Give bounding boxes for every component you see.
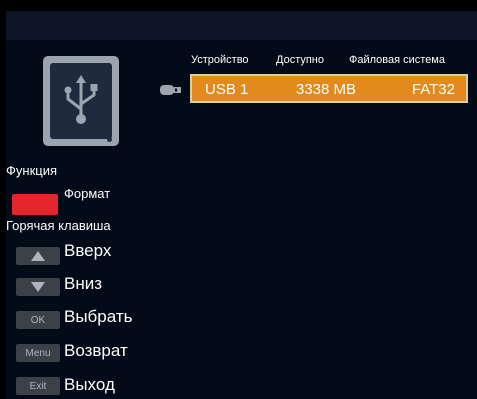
usb-symbol-icon — [64, 75, 98, 124]
up-arrow-icon — [31, 251, 45, 261]
cell-available: 3338 MB — [296, 81, 357, 98]
hotkey-up-label: Вверх — [64, 241, 112, 260]
menu-key[interactable]: Menu — [16, 344, 60, 362]
function-title: Функция — [6, 163, 57, 178]
hotkey-exit-label: Выход — [64, 375, 115, 394]
exit-key[interactable]: Exit — [16, 377, 60, 395]
cell-device: USB 1 — [205, 81, 249, 98]
up-key[interactable] — [16, 247, 60, 265]
usb-storage-screen: Устройство Доступно Файловая система USB… — [6, 11, 477, 399]
header-filesystem: Файловая система — [349, 54, 445, 66]
usb-drive-led — [107, 137, 112, 142]
cell-filesystem: FAT32 — [411, 81, 455, 98]
header-device: Устройство — [191, 54, 249, 66]
down-key[interactable] — [16, 278, 60, 296]
usb-drive-face — [50, 63, 112, 139]
hotkey-title: Горячая клавиша — [6, 218, 111, 233]
format-red-key[interactable] — [12, 194, 58, 215]
top-band — [6, 11, 477, 40]
table-row-usb1[interactable]: USB 1 3338 MB FAT32 — [190, 74, 468, 103]
usb-plug-icon — [160, 85, 181, 95]
down-arrow-icon — [31, 282, 45, 292]
usb-drive-icon — [43, 56, 119, 146]
header-available: Доступно — [276, 54, 325, 66]
hotkey-menu-label: Возврат — [64, 341, 128, 360]
hotkey-ok-label: Выбрать — [64, 307, 133, 326]
format-label: Формат — [64, 186, 111, 201]
ok-key[interactable]: OK — [16, 311, 60, 329]
hotkey-down-label: Вниз — [64, 274, 103, 293]
